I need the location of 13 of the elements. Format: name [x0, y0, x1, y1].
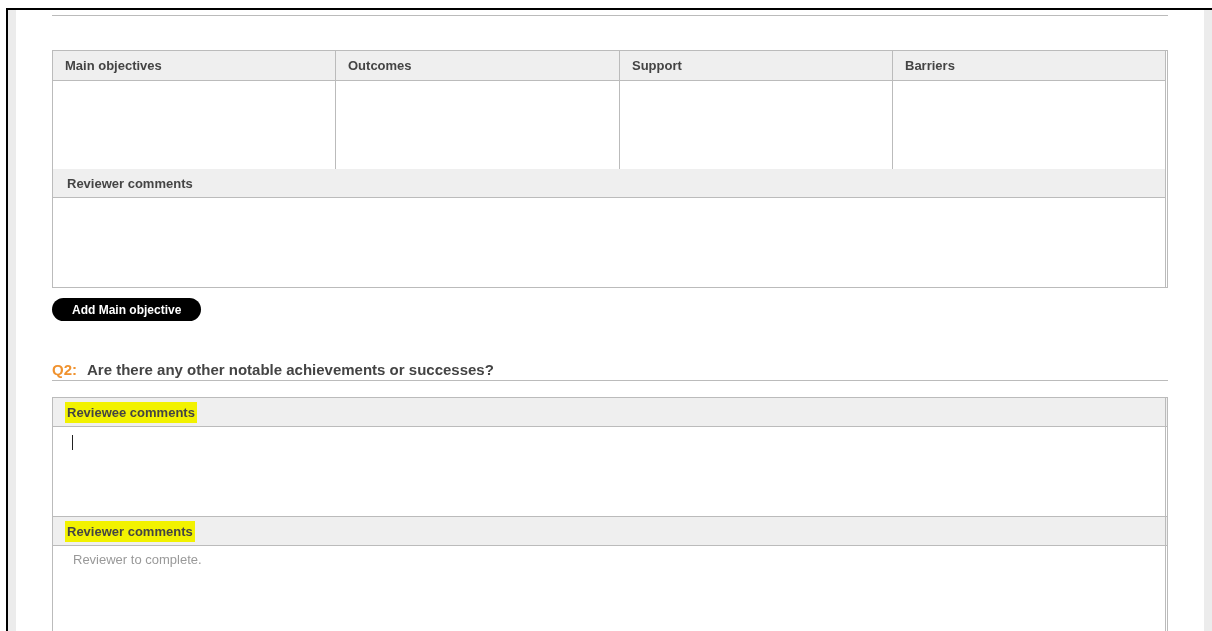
column-header: Support — [632, 58, 682, 73]
column-header: Main objectives — [65, 58, 162, 73]
section-label: Reviewer comments — [65, 520, 195, 542]
section-label: Reviewer comments — [66, 174, 194, 193]
question-text: Are there any other notable achievements or successes? — [87, 361, 494, 378]
question-number: Q2: — [52, 361, 77, 378]
column-header: Outcomes — [348, 58, 412, 73]
text-cursor-icon — [72, 435, 73, 450]
comment-field[interactable]: Reviewer to complete. — [52, 546, 1168, 631]
section-label: Reviewee comments — [65, 401, 197, 423]
column-header: Barriers — [905, 58, 955, 73]
comment-field[interactable] — [52, 427, 1168, 516]
add-objective-button[interactable]: Add Main objective — [52, 298, 202, 321]
